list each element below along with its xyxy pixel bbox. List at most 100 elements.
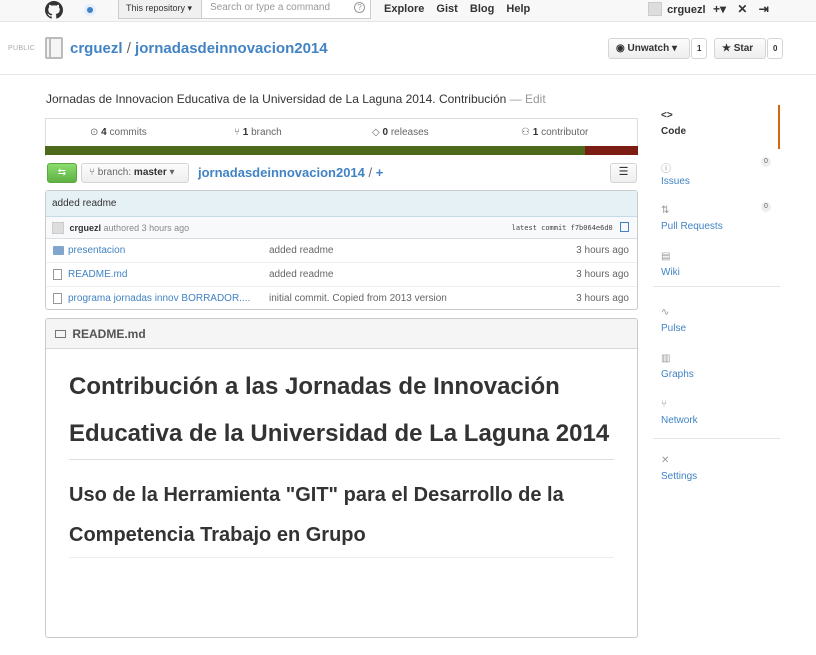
issues-icon: ⓘ bbox=[661, 164, 671, 175]
list-icon: ☰ bbox=[618, 166, 629, 178]
repo-owner-link[interactable]: crguezl bbox=[70, 40, 123, 57]
commit-author[interactable]: crguezl bbox=[70, 223, 102, 233]
breadcrumb-repo-link[interactable]: jornadasdeinnovacion2014 bbox=[198, 165, 365, 180]
nav-explore[interactable]: Explore bbox=[384, 3, 424, 15]
contributors-summary[interactable]: ⚇ 1 contributor bbox=[521, 127, 588, 138]
sidebar-item-settings[interactable]: ✕ Settings bbox=[653, 450, 780, 494]
commits-summary[interactable]: ⊙ 4 commits bbox=[90, 127, 147, 138]
commit-message[interactable]: added readme bbox=[46, 191, 637, 217]
file-commit-message[interactable]: initial commit. Copied from 2013 version bbox=[269, 287, 447, 311]
releases-count: 0 bbox=[382, 127, 389, 138]
list-view-button[interactable]: ☰ bbox=[610, 163, 637, 183]
logout-icon[interactable]: ⇥ bbox=[759, 2, 769, 16]
readme-heading-1: Contribución a las Jornadas de Innovació… bbox=[69, 363, 614, 460]
search-input[interactable]: Search or type a command ? bbox=[201, 0, 371, 19]
branch-icon: ⑂ bbox=[89, 167, 95, 178]
branches-count: 1 bbox=[242, 127, 249, 138]
file-icon bbox=[53, 269, 62, 280]
readme-title: README.md bbox=[72, 327, 146, 341]
branch-prefix: branch: bbox=[97, 167, 132, 178]
repo-name-link[interactable]: jornadasdeinnovacion2014 bbox=[135, 40, 328, 57]
top-header: This repository ▾ Search or type a comma… bbox=[0, 0, 816, 22]
compare-button[interactable]: ⇆ bbox=[47, 163, 77, 183]
commit-authored-text: authored 3 hours ago bbox=[103, 223, 190, 233]
breadcrumb: jornadasdeinnovacion2014 / + bbox=[198, 165, 383, 180]
branch-selector[interactable]: ⑂ branch: master ▾ bbox=[81, 163, 189, 183]
releases-summary[interactable]: ◇ 0 releases bbox=[372, 127, 429, 138]
pull-requests-count: 0 bbox=[761, 202, 771, 212]
sidebar-item-pulse[interactable]: ∿ Pulse bbox=[653, 302, 780, 346]
repo-description: Jornadas de Innovacion Educativa de la U… bbox=[46, 92, 546, 106]
sidebar-item-label: Wiki bbox=[661, 267, 680, 278]
commits-icon: ⊙ bbox=[90, 127, 99, 138]
tag-icon: ◇ bbox=[372, 127, 380, 138]
description-text: Jornadas de Innovacion Educativa de la U… bbox=[46, 92, 507, 106]
table-row[interactable]: presentacion added readme 3 hours ago bbox=[46, 239, 637, 263]
commit-sha[interactable]: f7b064e6d0 bbox=[571, 224, 613, 232]
sidebar-item-wiki[interactable]: ▤ Wiki bbox=[653, 246, 780, 290]
contributors-icon: ⚇ bbox=[521, 127, 530, 138]
contributors-count: 1 bbox=[532, 127, 539, 138]
file-icon bbox=[53, 293, 62, 304]
tools-icon[interactable]: ✕ bbox=[737, 2, 747, 16]
avatar bbox=[648, 2, 662, 16]
search-scope-selector[interactable]: This repository ▾ bbox=[118, 0, 202, 19]
clipboard-icon[interactable] bbox=[620, 222, 629, 232]
readme-body: Contribución a las Jornadas de Innovació… bbox=[46, 363, 637, 558]
file-name-link[interactable]: README.md bbox=[68, 263, 263, 287]
branch-icon: ⑂ bbox=[234, 127, 240, 138]
file-name-link[interactable]: programa jornadas innov BORRADOR.... bbox=[68, 287, 263, 311]
sidebar-item-label: Network bbox=[661, 415, 698, 426]
file-name-link[interactable]: presentacion bbox=[68, 239, 263, 263]
sidebar-item-issues[interactable]: ⓘ Issues 0 bbox=[653, 155, 780, 199]
wiki-icon: ▤ bbox=[661, 251, 671, 262]
search-placeholder: Search or type a command bbox=[210, 2, 331, 13]
avatar bbox=[52, 222, 64, 234]
username[interactable]: crguezl bbox=[667, 4, 706, 16]
sidebar-item-code[interactable]: <> Code bbox=[653, 105, 780, 149]
file-commit-message[interactable]: added readme bbox=[269, 239, 334, 263]
eye-icon: ◉ bbox=[616, 43, 625, 54]
header-actions: +▾ ✕ ⇥ bbox=[713, 2, 777, 16]
repo-title: crguezl / jornadasdeinnovacion2014 bbox=[70, 40, 328, 57]
network-icon: ⑂ bbox=[661, 399, 667, 410]
pulse-icon: ∿ bbox=[661, 307, 670, 318]
nav-blog[interactable]: Blog bbox=[470, 3, 494, 15]
watch-count[interactable]: 1 bbox=[691, 38, 708, 59]
language-segment-secondary bbox=[585, 146, 638, 155]
nav-help[interactable]: Help bbox=[506, 3, 530, 15]
branches-summary[interactable]: ⑂ 1 branch bbox=[234, 127, 282, 138]
readme-heading-2: Uso de la Herramienta "GIT" para el Desa… bbox=[69, 475, 614, 558]
commits-count: 4 bbox=[101, 127, 107, 138]
search-scope-label: This repository bbox=[126, 3, 186, 13]
file-commit-message[interactable]: added readme bbox=[269, 263, 334, 287]
repo-icon bbox=[45, 37, 63, 59]
sidebar-item-pull-requests[interactable]: ⇅ Pull Requests 0 bbox=[653, 200, 780, 244]
caret-down-icon: ▾ bbox=[671, 43, 677, 54]
graph-icon: ▥ bbox=[661, 353, 671, 364]
edit-description-link[interactable]: — Edit bbox=[510, 92, 546, 106]
nav-gist[interactable]: Gist bbox=[436, 3, 457, 15]
notification-indicator-icon[interactable] bbox=[84, 4, 96, 16]
language-bar[interactable] bbox=[45, 146, 638, 155]
sidebar-item-network[interactable]: ⑂ Network bbox=[653, 394, 780, 438]
search-help-icon[interactable]: ? bbox=[354, 2, 365, 13]
pull-request-icon: ⇅ bbox=[661, 205, 670, 216]
user-menu[interactable]: crguezl bbox=[648, 2, 706, 16]
book-icon bbox=[55, 330, 66, 338]
unwatch-button[interactable]: ◉ Unwatch ▾ bbox=[608, 38, 690, 59]
star-count[interactable]: 0 bbox=[767, 38, 784, 59]
language-segment-primary bbox=[45, 146, 585, 155]
readme-header: README.md bbox=[46, 319, 637, 349]
star-button[interactable]: ★ Star bbox=[714, 38, 766, 59]
latest-commit: latest commit f7b064e6d0 bbox=[512, 217, 629, 239]
commits-label: commits bbox=[109, 127, 147, 138]
github-logo-icon[interactable] bbox=[45, 1, 63, 19]
sidebar-item-graphs[interactable]: ▥ Graphs bbox=[653, 348, 780, 392]
plus-icon[interactable]: +▾ bbox=[713, 2, 726, 16]
table-row[interactable]: programa jornadas innov BORRADOR.... ini… bbox=[46, 287, 637, 311]
table-row[interactable]: README.md added readme 3 hours ago bbox=[46, 263, 637, 287]
new-file-link[interactable]: + bbox=[376, 165, 384, 180]
star-label: Star bbox=[733, 43, 754, 54]
visibility-label: PUBLIC bbox=[8, 45, 36, 52]
